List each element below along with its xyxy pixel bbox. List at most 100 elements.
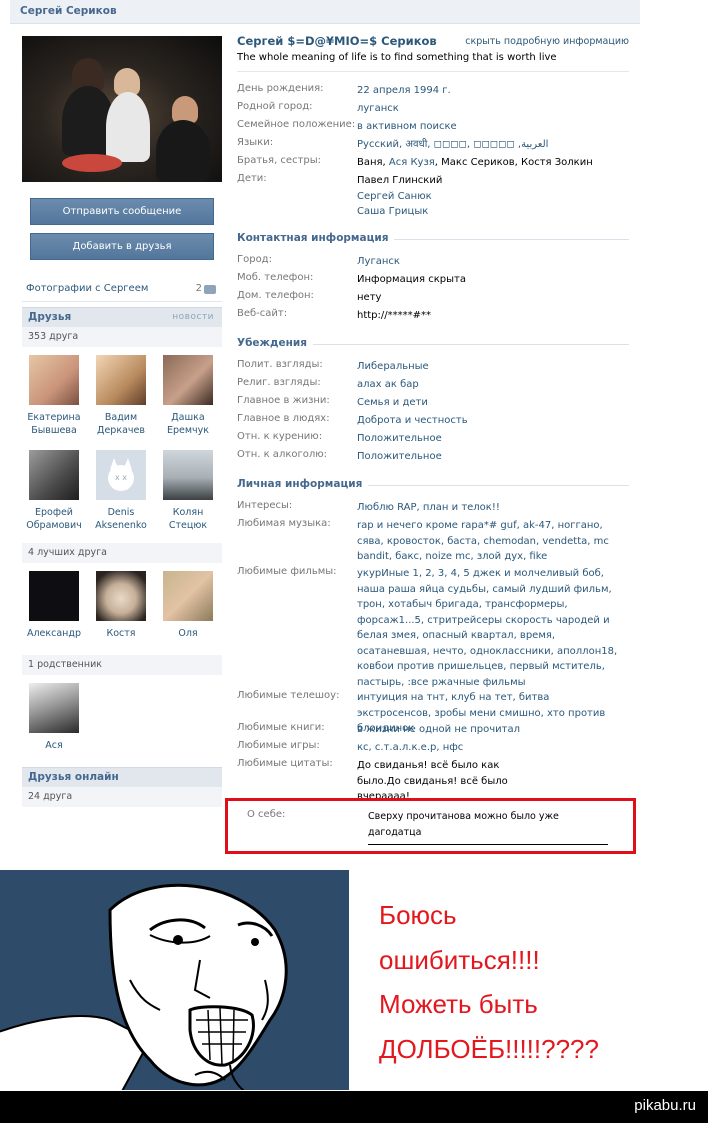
sibling-link[interactable]: Ася Кузя (389, 157, 435, 168)
books-label: Любимые книги: (237, 722, 325, 733)
friend-name[interactable]: Оля (156, 627, 220, 640)
friends-count[interactable]: 353 друга (22, 327, 222, 347)
friends-title[interactable]: Друзья (28, 311, 71, 323)
music-value[interactable]: rap и нечего кроме rapa*# guf, ak-47, но… (357, 518, 609, 565)
photos-with-user[interactable]: Фотографии с Сергеем 2 (22, 280, 222, 302)
friend-avatar[interactable] (96, 355, 146, 405)
friend-name[interactable]: Костя (89, 627, 153, 640)
child-link[interactable]: Саша Грицык (357, 204, 632, 220)
friend-last-name[interactable]: Деркачев (89, 424, 153, 437)
friend-name[interactable]: Александр (22, 627, 86, 640)
profile-photo[interactable] (22, 36, 222, 182)
friend-card[interactable]: Костя (89, 571, 153, 640)
films-value[interactable]: укурИные 1, 2, 3, 4, 5 джек и молчеливый… (357, 566, 619, 690)
best-friends-count[interactable]: 4 лучших друга (22, 543, 222, 563)
friend-first-name[interactable]: Denis (89, 506, 153, 519)
music-label: Любимая музыка: (237, 518, 331, 529)
city-value[interactable]: Луганск (357, 254, 632, 270)
friend-last-name[interactable]: Бывшева (22, 424, 86, 437)
friend-last-name[interactable]: Обрамович (22, 519, 86, 532)
hide-info-link[interactable]: скрыть подробную информацию (465, 36, 629, 47)
smoking-value[interactable]: Положительное (357, 431, 632, 447)
meme-caption: Боюсь ошибиться!!!! Можеть быть ДОЛБОЁБ!… (379, 893, 699, 1071)
caption-line: ошибиться!!!! (379, 944, 540, 975)
send-message-button[interactable]: Отправить сообщение (30, 198, 214, 225)
interests-label: Интересы: (237, 500, 293, 511)
friend-last-name[interactable]: Стецюк (156, 519, 220, 532)
siblings-label: Братья, сестры: (237, 155, 322, 166)
hometown-value[interactable]: луганск (357, 101, 632, 117)
city-label: Город: (237, 254, 272, 265)
life-priority-label: Главное в жизни: (237, 395, 330, 406)
friend-avatar[interactable] (29, 571, 79, 621)
relatives-count[interactable]: 1 родственник (22, 655, 222, 675)
children-value: Павел Глинский Сергей Санюк Саша Грицык (357, 173, 632, 220)
friend-avatar[interactable] (163, 571, 213, 621)
friend-first-name[interactable]: Вадим (89, 411, 153, 424)
photo-body-2 (106, 92, 150, 162)
friend-card[interactable]: Дашка Еремчук (156, 355, 220, 437)
friend-avatar[interactable] (96, 571, 146, 621)
caption-line: Можеть быть (379, 989, 538, 1019)
friend-card[interactable]: Ерофей Обрамович (22, 450, 86, 532)
section-contacts-title: Контактная информация (237, 232, 395, 244)
divider (237, 71, 629, 72)
smoking-label: Отн. к курению: (237, 431, 323, 442)
friend-first-name[interactable]: Екатерина (22, 411, 86, 424)
friend-avatar[interactable] (163, 355, 213, 405)
friend-first-name[interactable]: Дашка (156, 411, 220, 424)
friends-online-title[interactable]: Друзья онлайн (28, 771, 119, 783)
child-link[interactable]: Сергей Санюк (357, 189, 632, 205)
mobile-label: Моб. телефон: (237, 272, 314, 283)
friends-news-link[interactable]: новости (172, 308, 214, 327)
friend-avatar[interactable] (29, 450, 79, 500)
svg-text:x x: x x (115, 473, 127, 482)
friend-last-name[interactable]: Aksenenko (89, 519, 153, 532)
friends-online-count[interactable]: 24 друга (22, 787, 222, 807)
books-value[interactable]: в жизни не одной не прочитал (357, 722, 632, 738)
child-name: Павел Глинский (357, 175, 443, 186)
vk-profile-page: Сергей Сериков Отправить сообщение Добав… (10, 0, 640, 845)
life-priority-value[interactable]: Семья и дети (357, 395, 632, 411)
friend-last-name[interactable]: Еремчук (156, 424, 220, 437)
camera-icon (204, 285, 216, 294)
friend-first-name[interactable]: Ерофей (22, 506, 86, 519)
left-column: Отправить сообщение Добавить в друзья Фо… (22, 36, 222, 807)
friend-card[interactable]: x x Denis Aksenenko (89, 450, 153, 532)
religion-value[interactable]: алах ак бар (357, 377, 632, 393)
profile-status[interactable]: The whole meaning of life is to find som… (237, 52, 557, 63)
religion-label: Религ. взгляды: (237, 377, 321, 388)
friend-avatar[interactable] (29, 355, 79, 405)
alcohol-label: Отн. к алкоголю: (237, 449, 328, 460)
friends-header[interactable]: Друзья новости (22, 307, 222, 327)
languages-value[interactable]: Русский, अवधी, ◻◻◻◻, ◻◻◻◻◻ ,العربية (357, 137, 632, 153)
add-friend-button[interactable]: Добавить в друзья (30, 233, 214, 260)
siblings-value: Ваня, Ася Кузя, Макс Сериков, Костя Золк… (357, 155, 632, 171)
birthday-value[interactable]: 22 апреля 1994 г. (357, 83, 632, 99)
friend-card[interactable]: Екатерина Бывшева (22, 355, 86, 437)
friend-card[interactable]: Ася (22, 683, 86, 752)
friend-avatar[interactable] (163, 450, 213, 500)
site-watermark: pikabu.ru (634, 1097, 696, 1114)
family-value[interactable]: в активном поиске (357, 119, 632, 135)
page-header: Сергей Сериков (10, 0, 640, 24)
games-value[interactable]: кс, с.т.а.л.к.е.р, нфс (357, 740, 632, 756)
photos-label[interactable]: Фотографии с Сергеем (26, 283, 148, 294)
friend-card[interactable]: Вадим Деркачев (89, 355, 153, 437)
interests-value[interactable]: Люблю RAP, план и телок!! (357, 500, 632, 516)
friend-first-name[interactable]: Колян (156, 506, 220, 519)
website-label: Веб-сайт: (237, 308, 288, 319)
alcohol-value[interactable]: Положительное (357, 449, 632, 465)
friend-name[interactable]: Ася (22, 739, 86, 752)
friend-avatar[interactable] (29, 683, 79, 733)
friends-online-header[interactable]: Друзья онлайн (22, 767, 222, 787)
friend-avatar[interactable]: x x (96, 450, 146, 500)
political-value[interactable]: Либеральные (357, 359, 632, 375)
friend-card[interactable]: Александр (22, 571, 86, 640)
people-priority-value[interactable]: Доброта и честность (357, 413, 632, 429)
website-value[interactable]: http://*****#** (357, 308, 632, 324)
quotes-value: До свиданья! всё было как было.До свидан… (357, 760, 508, 798)
caption-line: Боюсь (379, 900, 457, 930)
friend-card[interactable]: Колян Стецюк (156, 450, 220, 532)
friend-card[interactable]: Оля (156, 571, 220, 640)
